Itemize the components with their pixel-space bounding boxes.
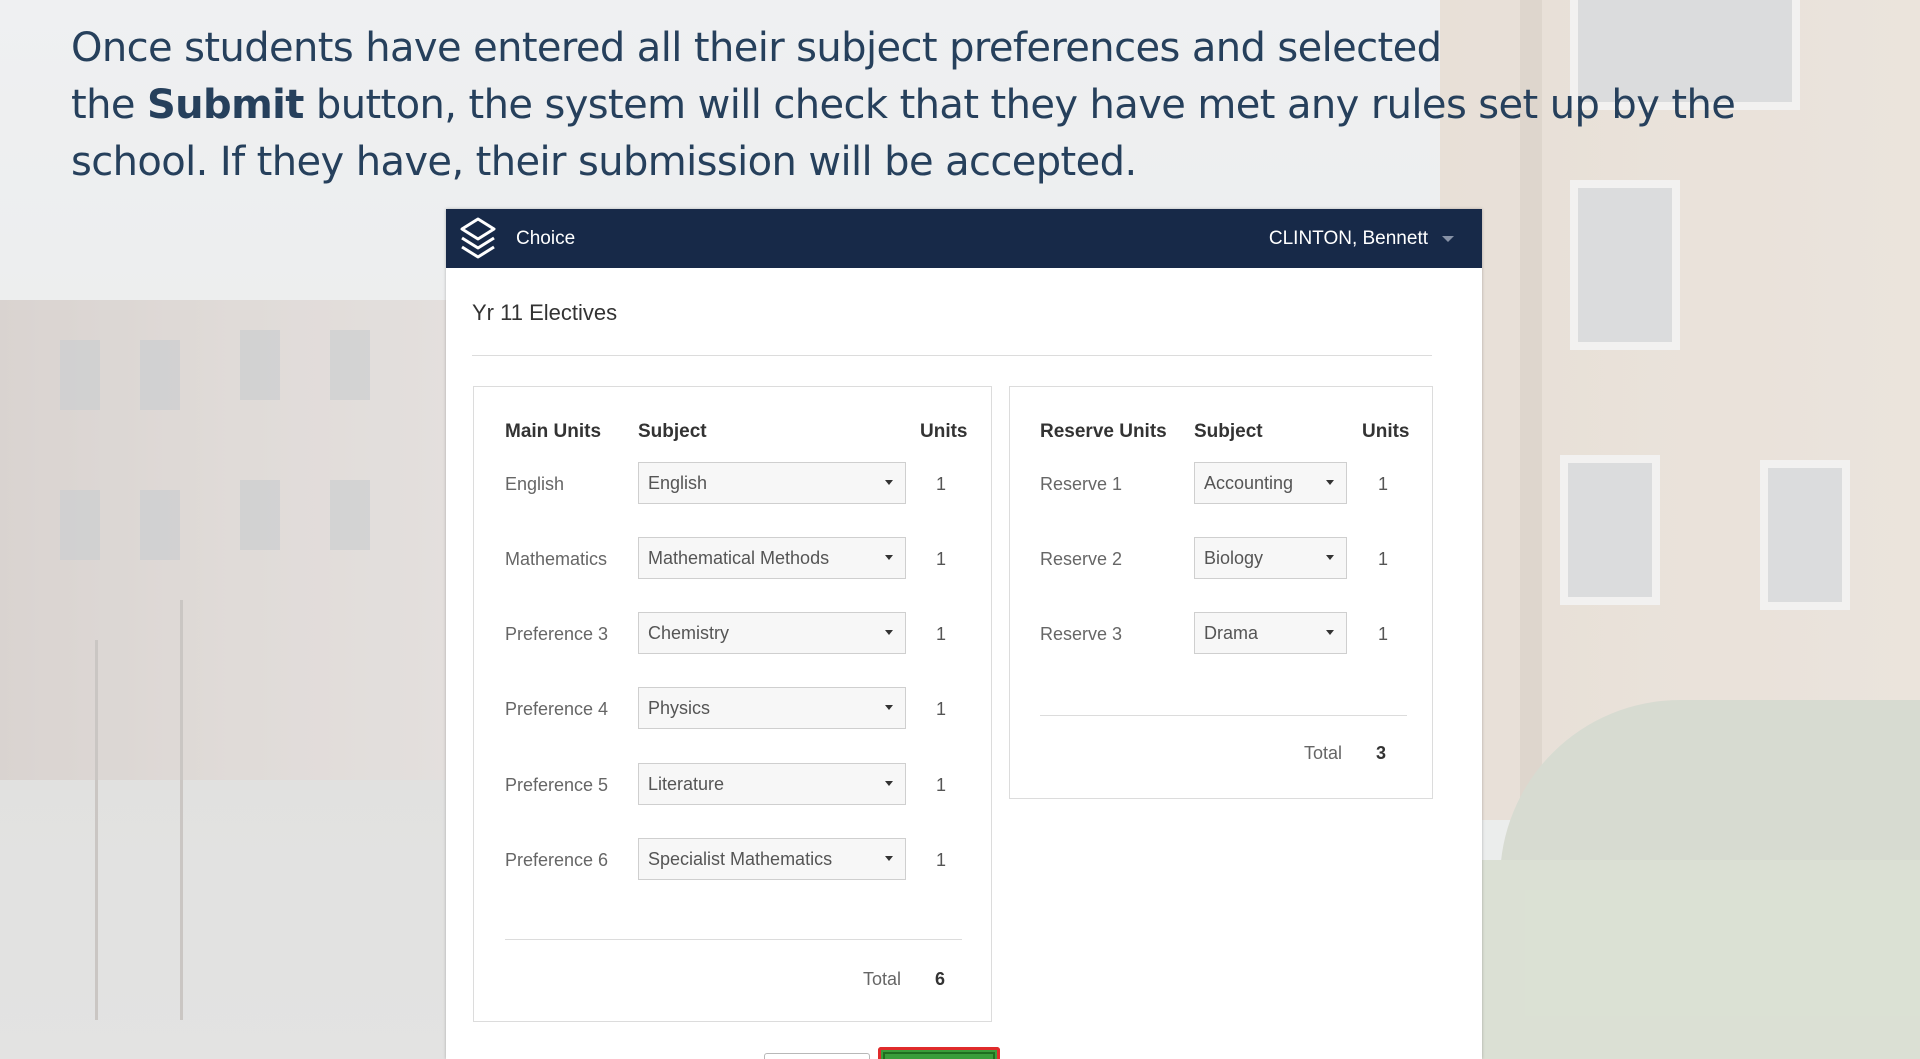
subject-select[interactable]: Chemistry (638, 612, 906, 654)
select-value: Drama (1204, 622, 1259, 643)
divider (1040, 715, 1407, 716)
layers-icon[interactable] (456, 214, 500, 264)
caret-down-icon (885, 555, 893, 560)
row-units: 1 (936, 624, 947, 644)
subject-select[interactable]: Specialist Mathematics (638, 838, 906, 880)
instruction-caption: Once students have entered all their sub… (71, 20, 1771, 191)
caption-line-3: school. If they have, their submission w… (71, 139, 1137, 185)
row-units: 1 (936, 850, 947, 870)
reserve-units-header: Reserve Units (1040, 421, 1167, 442)
select-value: Biology (1204, 547, 1264, 568)
chevron-down-icon (1442, 235, 1454, 242)
row-label: Mathematics (505, 549, 608, 569)
total-value: 3 (1376, 743, 1387, 763)
caret-down-icon (1326, 555, 1334, 560)
choice-app-window: Choice CLINTON, Bennett Yr 11 Electives … (446, 209, 1482, 1059)
total-value: 6 (935, 969, 946, 989)
select-value: Accounting (1204, 472, 1294, 493)
row-label: Reserve 1 (1040, 474, 1123, 494)
row-units: 1 (1378, 624, 1389, 644)
caret-down-icon (885, 630, 893, 635)
select-value: English (648, 472, 708, 493)
subject-select[interactable]: English (638, 462, 906, 504)
row-units: 1 (1378, 474, 1389, 494)
user-menu[interactable]: CLINTON, Bennett (1269, 228, 1454, 250)
select-value: Literature (648, 773, 725, 794)
caption-text: the (71, 82, 147, 128)
total-label: Total (863, 969, 902, 989)
subject-select[interactable]: Drama (1194, 612, 1347, 654)
units-header: Units (920, 421, 968, 442)
subject-header: Subject (638, 421, 707, 442)
subject-select[interactable]: Biology (1194, 537, 1347, 579)
main-units-panel: Main Units Subject Units English English… (473, 386, 992, 1022)
select-value: Chemistry (648, 622, 730, 643)
divider (505, 939, 962, 940)
row-units: 1 (936, 549, 947, 569)
row-units: 1 (1378, 549, 1389, 569)
page-title: Yr 11 Electives (472, 300, 618, 325)
select-value: Mathematical Methods (648, 547, 830, 568)
caption-text: button, the system will check that they … (303, 82, 1736, 128)
select-value: Specialist Mathematics (648, 848, 833, 869)
caption-bold-submit: Submit (146, 82, 304, 128)
row-label: Reserve 2 (1040, 549, 1123, 569)
submit-button[interactable] (878, 1047, 1000, 1059)
row-units: 1 (936, 474, 947, 494)
caret-down-icon (885, 856, 893, 861)
select-value: Physics (648, 697, 711, 718)
caret-down-icon (1326, 480, 1334, 485)
app-topbar: Choice CLINTON, Bennett (446, 209, 1482, 268)
app-name[interactable]: Choice (516, 228, 575, 250)
row-label: Preference 3 (505, 624, 609, 644)
row-units: 1 (936, 775, 947, 795)
row-units: 1 (936, 699, 947, 719)
subject-select[interactable]: Mathematical Methods (638, 537, 906, 579)
divider (472, 355, 1432, 356)
caret-down-icon (885, 705, 893, 710)
caret-down-icon (1326, 630, 1334, 635)
caret-down-icon (885, 781, 893, 786)
units-header: Units (1362, 421, 1410, 442)
user-name: CLINTON, Bennett (1268, 227, 1428, 249)
row-label: Preference 5 (505, 775, 609, 795)
reserve-units-panel: Reserve Units Subject Units Reserve 1 Ac… (1009, 386, 1433, 799)
row-label: Preference 4 (505, 699, 609, 719)
subject-select[interactable]: Physics (638, 687, 906, 729)
subject-select[interactable]: Literature (638, 763, 906, 805)
caption-line-2: the Submit button, the system will check… (71, 77, 1771, 134)
caret-down-icon (885, 480, 893, 485)
caption-line-1: Once students have entered all their sub… (71, 25, 1442, 71)
row-label: Reserve 3 (1040, 624, 1123, 644)
total-label: Total (1304, 743, 1343, 763)
subject-select[interactable]: Accounting (1194, 462, 1347, 504)
subject-header: Subject (1194, 421, 1263, 442)
cancel-button[interactable] (764, 1053, 870, 1059)
row-label: English (505, 474, 565, 494)
main-units-header: Main Units (505, 421, 602, 442)
row-label: Preference 6 (505, 850, 609, 870)
